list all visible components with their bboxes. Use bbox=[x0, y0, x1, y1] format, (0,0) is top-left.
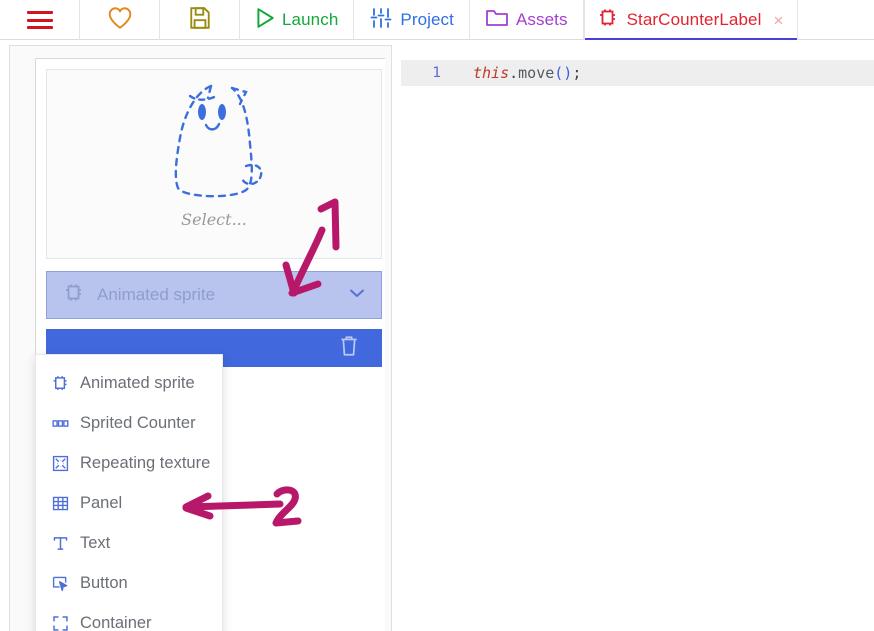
animated-sprite-icon bbox=[597, 7, 619, 34]
component-type-dropdown[interactable]: Animated sprite Sprited Counter Repeatin… bbox=[35, 354, 223, 631]
token-dot: . bbox=[509, 64, 519, 82]
sprited-counter-icon bbox=[50, 413, 70, 433]
play-icon bbox=[255, 7, 275, 34]
workspace: Select... Animated sprite Animated sprit… bbox=[0, 40, 874, 631]
token-semicolon: ; bbox=[572, 64, 582, 82]
save-icon bbox=[189, 6, 211, 35]
code-line-1[interactable]: 1 this.move(); bbox=[401, 60, 874, 86]
favorite-button[interactable] bbox=[80, 0, 160, 40]
token-this: this bbox=[473, 64, 510, 82]
assets-button[interactable]: Assets bbox=[470, 0, 584, 40]
sprite-preview[interactable]: Select... bbox=[46, 69, 382, 259]
save-button[interactable] bbox=[160, 0, 240, 40]
animated-sprite-icon bbox=[63, 282, 85, 309]
dropdown-item-label: Panel bbox=[80, 493, 123, 512]
animated-sprite-icon bbox=[50, 373, 70, 393]
launch-label: Launch bbox=[282, 10, 339, 29]
repeating-texture-icon bbox=[50, 453, 70, 473]
assets-label: Assets bbox=[515, 10, 568, 29]
heart-icon bbox=[107, 6, 133, 35]
panel-grid-icon bbox=[50, 493, 70, 513]
component-type-value: Animated sprite bbox=[97, 285, 216, 304]
launch-button[interactable]: Launch bbox=[240, 0, 355, 40]
dropdown-item-label: Text bbox=[80, 533, 111, 552]
dropdown-item-label: Repeating texture bbox=[80, 453, 211, 472]
folder-icon bbox=[485, 7, 509, 34]
token-method: move bbox=[518, 64, 555, 82]
dropdown-item-label: Animated sprite bbox=[80, 373, 195, 392]
component-type-select[interactable]: Animated sprite bbox=[46, 271, 382, 319]
main-toolbar: Launch Project Assets StarCounterLabel × bbox=[0, 0, 874, 41]
dropdown-item-container[interactable]: Container bbox=[36, 603, 222, 631]
dropdown-item-sprited-counter[interactable]: Sprited Counter bbox=[36, 403, 222, 443]
chevron-down-icon[interactable] bbox=[347, 283, 367, 308]
editor-tab-starcounterlabel[interactable]: StarCounterLabel × bbox=[583, 0, 799, 41]
dropdown-item-button[interactable]: Button bbox=[36, 563, 222, 603]
token-parens: () bbox=[554, 64, 573, 82]
container-brackets-icon bbox=[50, 613, 70, 631]
cat-outline-sketch-icon bbox=[154, 78, 274, 208]
sliders-icon bbox=[369, 6, 393, 35]
dropdown-item-text[interactable]: Text bbox=[36, 523, 222, 563]
code-editor[interactable]: 1 this.move(); bbox=[401, 40, 874, 631]
hamburger-icon bbox=[26, 11, 53, 29]
dropdown-item-label: Container bbox=[80, 613, 152, 631]
trash-icon[interactable] bbox=[338, 334, 360, 363]
tab-title: StarCounterLabel bbox=[626, 10, 762, 29]
preview-placeholder: Select... bbox=[181, 210, 247, 229]
dropdown-item-animated-sprite[interactable]: Animated sprite bbox=[36, 363, 222, 403]
dropdown-item-label: Button bbox=[80, 573, 128, 592]
menu-button[interactable] bbox=[0, 0, 80, 40]
close-icon[interactable]: × bbox=[769, 12, 783, 29]
dropdown-item-label: Sprited Counter bbox=[80, 413, 196, 432]
project-label: Project bbox=[400, 10, 454, 29]
dropdown-item-panel[interactable]: Panel bbox=[36, 483, 222, 523]
code-content: this.move(); bbox=[449, 64, 581, 82]
dropdown-item-repeating-texture[interactable]: Repeating texture bbox=[36, 443, 222, 483]
project-button[interactable]: Project bbox=[354, 0, 470, 40]
line-number: 1 bbox=[432, 65, 441, 81]
button-cursor-icon bbox=[50, 573, 70, 593]
text-t-icon bbox=[50, 533, 70, 553]
